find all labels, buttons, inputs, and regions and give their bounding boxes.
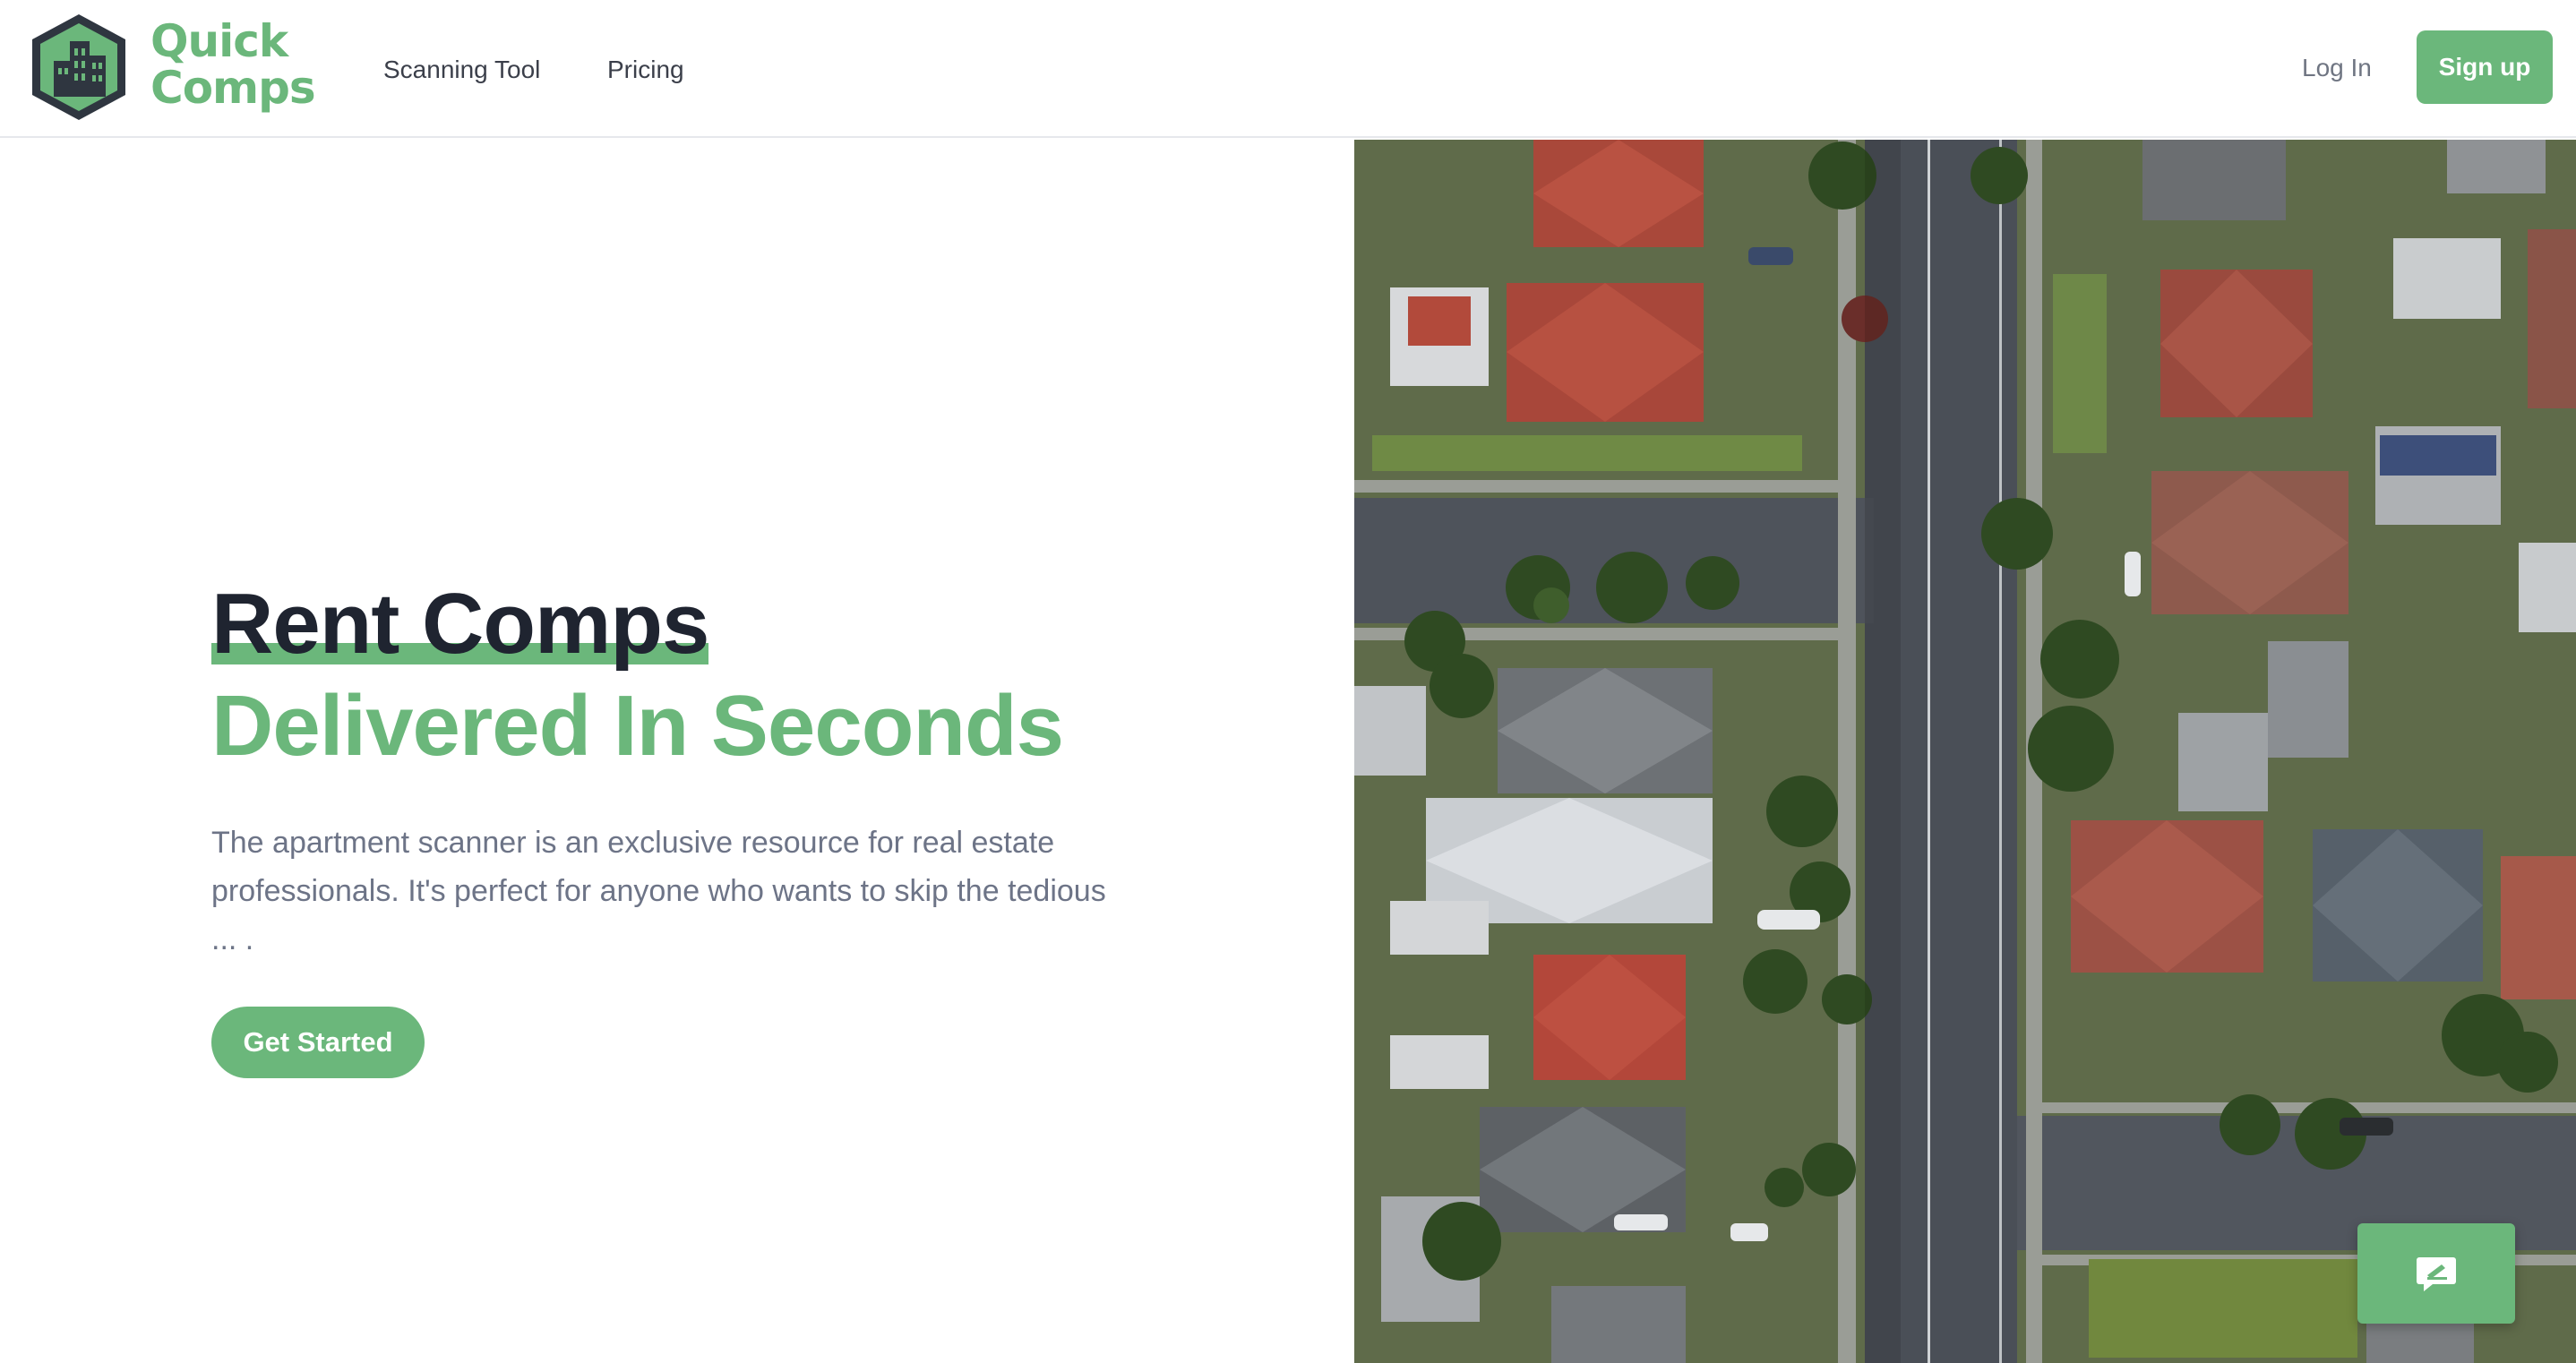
nav-pricing[interactable]: Pricing <box>607 56 684 84</box>
feedback-button[interactable] <box>2357 1223 2515 1324</box>
brand-name-line1: Quick <box>150 15 288 67</box>
hero-title-line1: Rent Comps <box>211 573 709 675</box>
hero-title-line2: Delivered In Seconds <box>211 678 1064 774</box>
aerial-neighborhood-image <box>1354 140 2576 1363</box>
login-link[interactable]: Log In <box>2302 54 2372 82</box>
logo-icon[interactable] <box>27 11 131 124</box>
feedback-icon <box>2417 1257 2456 1291</box>
get-started-button[interactable]: Get Started <box>211 1007 425 1078</box>
hero-description: The apartment scanner is an exclusive re… <box>211 826 1106 956</box>
hero-title: Rent Comps Delivered In Seconds <box>211 573 1064 777</box>
top-navbar: Quick Comps Scanning Tool Pricing Log In… <box>0 0 2576 138</box>
brand-name-line2: Comps <box>150 62 316 114</box>
nav-scanning-tool[interactable]: Scanning Tool <box>383 56 540 84</box>
signup-button[interactable]: Sign up <box>2417 30 2553 104</box>
brand-name[interactable]: Quick Comps <box>150 15 316 114</box>
